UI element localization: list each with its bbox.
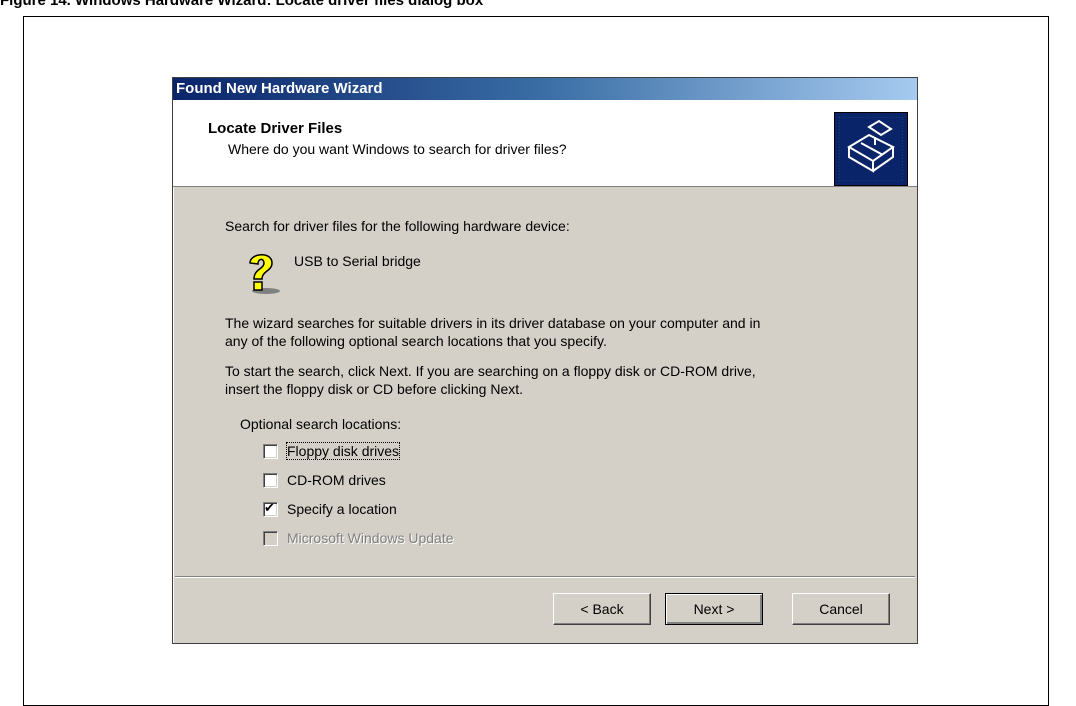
next-button[interactable]: Next >: [665, 593, 763, 625]
figure-caption: Figure 14. Windows Hardware Wizard: Loca…: [0, 0, 484, 9]
specify-location-checkbox[interactable]: ✔: [263, 499, 278, 517]
window-title: Found New Hardware Wizard: [176, 80, 383, 97]
hardware-wizard-icon: [834, 112, 908, 186]
windows-update-checkbox: [263, 530, 278, 546]
title-bar[interactable]: Found New Hardware Wizard: [173, 78, 917, 100]
windows-update-label: Microsoft Windows Update: [287, 530, 454, 546]
device-name: USB to Serial bridge: [294, 253, 421, 269]
description-text-1a: The wizard searches for suitable drivers…: [225, 315, 761, 331]
device-prompt: Search for driver files for the followin…: [225, 218, 570, 234]
floppy-label[interactable]: Floppy disk drives: [285, 442, 401, 460]
page-title: Locate Driver Files: [208, 120, 343, 137]
floppy-disk-drives-option[interactable]: Floppy disk drives: [263, 442, 401, 460]
description-text-2b: insert the floppy disk or CD before clic…: [225, 381, 524, 397]
windows-update-option: Microsoft Windows Update: [263, 529, 454, 547]
cd-rom-drives-option[interactable]: CD-ROM drives: [263, 471, 386, 489]
next-button-label: Next >: [693, 601, 735, 617]
optional-locations-heading: Optional search locations:: [240, 416, 402, 432]
back-button[interactable]: < Back: [553, 593, 651, 625]
cd-rom-label[interactable]: CD-ROM drives: [287, 472, 386, 488]
button-separator: [175, 576, 915, 578]
cd-rom-checkbox[interactable]: [263, 472, 278, 488]
page-subtitle: Where do you want Windows to search for …: [228, 141, 567, 157]
description-text-2a: To start the search, click Next. If you …: [225, 363, 756, 379]
description-text-1b: any of the following optional search loc…: [225, 333, 607, 349]
specify-location-option[interactable]: ✔ Specify a location: [263, 500, 397, 518]
checkmark-icon: ✔: [264, 499, 275, 515]
unknown-device-question-icon: [236, 247, 286, 297]
found-new-hardware-wizard-dialog: Found New Hardware Wizard Locate Driver …: [172, 77, 918, 644]
specify-location-label[interactable]: Specify a location: [287, 501, 397, 517]
floppy-checkbox[interactable]: [263, 443, 278, 459]
cancel-button[interactable]: Cancel: [792, 593, 890, 625]
back-button-label: < Back: [580, 601, 624, 617]
wizard-header: Locate Driver Files Where do you want Wi…: [173, 100, 917, 187]
cancel-button-label: Cancel: [819, 601, 863, 617]
